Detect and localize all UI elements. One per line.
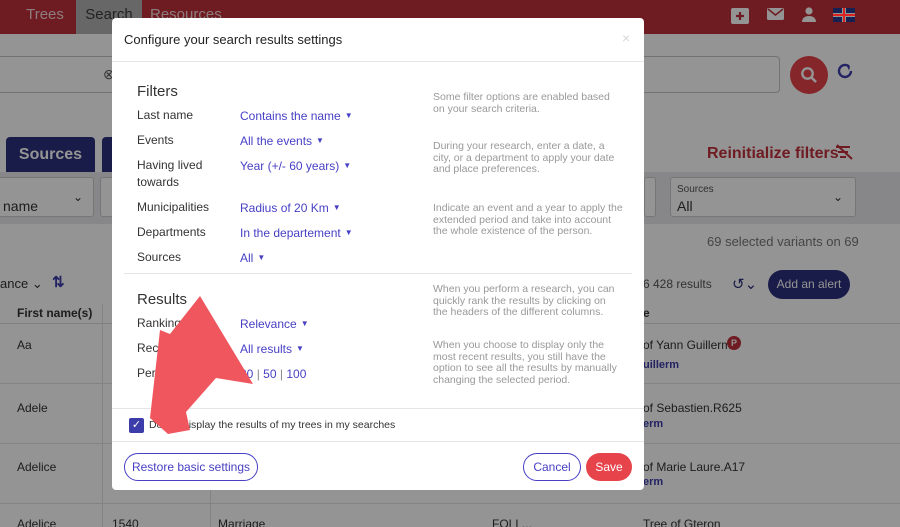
ranking-dropdown[interactable]: Relevance ▼ bbox=[240, 317, 309, 331]
caret-down-icon: ▼ bbox=[344, 111, 353, 120]
having-lived-label: Having lived towards bbox=[137, 158, 203, 189]
municipalities-dropdown[interactable]: Radius of 20 Km ▼ bbox=[240, 201, 341, 215]
events-label: Events bbox=[137, 133, 174, 147]
caret-down-icon: ▼ bbox=[316, 136, 324, 145]
divider bbox=[124, 273, 632, 274]
last-name-dropdown[interactable]: Contains the name ▼ bbox=[240, 109, 353, 123]
cancel-button[interactable]: Cancel bbox=[523, 453, 581, 481]
departments-label: Departments bbox=[137, 225, 206, 239]
recency-label: Recency bbox=[137, 341, 184, 355]
filters-heading: Filters bbox=[137, 83, 178, 100]
help-text: During your research, enter a date, a ci… bbox=[433, 140, 615, 176]
caret-down-icon: ▼ bbox=[300, 319, 309, 328]
results-heading: Results bbox=[137, 291, 188, 308]
divider bbox=[112, 61, 644, 62]
per-page-selector: 20 | 50 | 100 bbox=[240, 367, 307, 381]
sources-label: Sources bbox=[137, 250, 182, 264]
events-dropdown[interactable]: All the events ▼ bbox=[240, 134, 324, 148]
ranking-label: Ranking bbox=[137, 316, 182, 330]
modal-title: Configure your search results settings bbox=[124, 32, 343, 47]
last-name-label: Last name bbox=[137, 108, 194, 122]
hide-my-trees-label: Do not display the results of my trees i… bbox=[149, 419, 396, 431]
per-page-label: Per page bbox=[137, 366, 186, 380]
per-page-option-20[interactable]: 20 bbox=[240, 367, 253, 381]
divider bbox=[112, 441, 644, 442]
help-text: Some filter options are enabled based on… bbox=[433, 91, 610, 115]
caret-down-icon: ▼ bbox=[296, 344, 304, 353]
help-text: When you perform a research, you can qui… bbox=[433, 283, 615, 319]
divider bbox=[112, 408, 644, 409]
per-page-option-100[interactable]: 100 bbox=[286, 367, 306, 381]
departments-dropdown[interactable]: In the departement ▼ bbox=[240, 226, 353, 240]
caret-down-icon: ▼ bbox=[344, 228, 353, 237]
recency-dropdown[interactable]: All results ▼ bbox=[240, 342, 304, 356]
close-icon[interactable]: × bbox=[622, 30, 630, 46]
help-text: Indicate an event and a year to apply th… bbox=[433, 202, 623, 238]
search-settings-modal: Configure your search results settings ×… bbox=[112, 18, 644, 490]
caret-down-icon: ▼ bbox=[257, 253, 266, 262]
municipalities-label: Municipalities bbox=[137, 200, 210, 214]
caret-down-icon: ▼ bbox=[332, 203, 341, 212]
per-page-option-50[interactable]: 50 bbox=[263, 367, 276, 381]
hide-my-trees-checkbox[interactable]: ✓ bbox=[129, 418, 144, 433]
restore-basic-settings-button[interactable]: Restore basic settings bbox=[124, 453, 258, 481]
caret-down-icon: ▼ bbox=[343, 161, 352, 170]
sources-dropdown[interactable]: All ▼ bbox=[240, 251, 265, 265]
save-button[interactable]: Save bbox=[586, 453, 632, 481]
having-lived-dropdown[interactable]: Year (+/- 60 years) ▼ bbox=[240, 159, 351, 173]
help-text: When you choose to display only the most… bbox=[433, 339, 617, 386]
